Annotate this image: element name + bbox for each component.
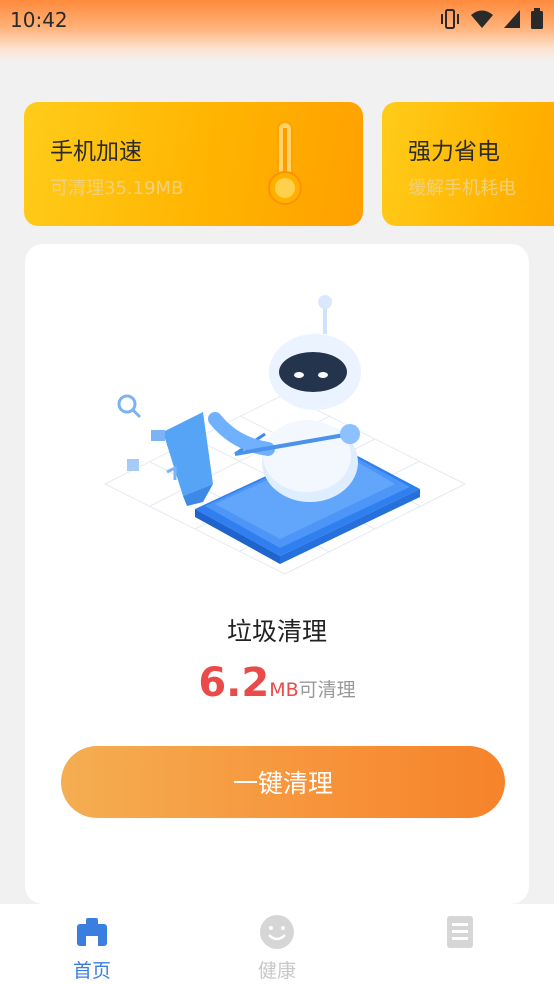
card-title: 手机加速 <box>50 139 142 165</box>
tab-home[interactable]: 首页 <box>32 904 152 984</box>
junk-clean-title: 垃圾清理 <box>226 617 327 646</box>
card-title: 强力省电 <box>408 139 500 165</box>
power-saving-card[interactable]: 强力省电 缓解手机耗电 <box>382 102 554 226</box>
cleanable-size-value: 35.19MB <box>104 178 184 199</box>
cleanable-size-line: 6.2MB可清理 <box>25 660 529 706</box>
status-icons <box>438 8 544 30</box>
junk-clean-card: 垃圾清理 6.2MB可清理 一键清理 <box>25 244 529 904</box>
tab-home-label: 首页 <box>72 960 111 982</box>
feature-cards-row: 手机加速 可清理35.19MB 强力省电 缓解手机耗电 <box>24 102 554 226</box>
vibrate-icon <box>441 9 459 29</box>
bottom-tab-bar: 首页 健康 <box>0 904 554 984</box>
card-subtitle: 缓解手机耗电 <box>408 178 516 199</box>
tab-documents[interactable] <box>400 904 520 984</box>
home-icon <box>77 918 107 946</box>
thermometer-icon <box>268 121 302 205</box>
tab-health-label: 健康 <box>257 960 296 982</box>
status-time: 10:42 <box>10 8 68 32</box>
smiley-icon <box>260 915 294 949</box>
card-subtitle: 可清理35.19MB <box>50 174 183 200</box>
tab-health[interactable]: 健康 <box>217 904 337 984</box>
card-subtitle-prefix: 可清理 <box>50 178 104 199</box>
phone-speedup-card[interactable]: 手机加速 可清理35.19MB <box>24 102 363 226</box>
robot-sweeping-phone-illustration <box>103 295 467 575</box>
status-bar: 10:42 <box>0 0 554 62</box>
cleanable-size-unit: MB <box>269 679 299 701</box>
signal-icon <box>504 10 520 28</box>
wifi-icon <box>471 10 493 28</box>
document-icon <box>447 916 473 948</box>
battery-icon <box>531 8 543 29</box>
cleanable-size-suffix: 可清理 <box>298 679 356 701</box>
one-click-clean-button[interactable]: 一键清理 <box>61 746 505 818</box>
cleanable-size-number: 6.2 <box>198 660 270 706</box>
